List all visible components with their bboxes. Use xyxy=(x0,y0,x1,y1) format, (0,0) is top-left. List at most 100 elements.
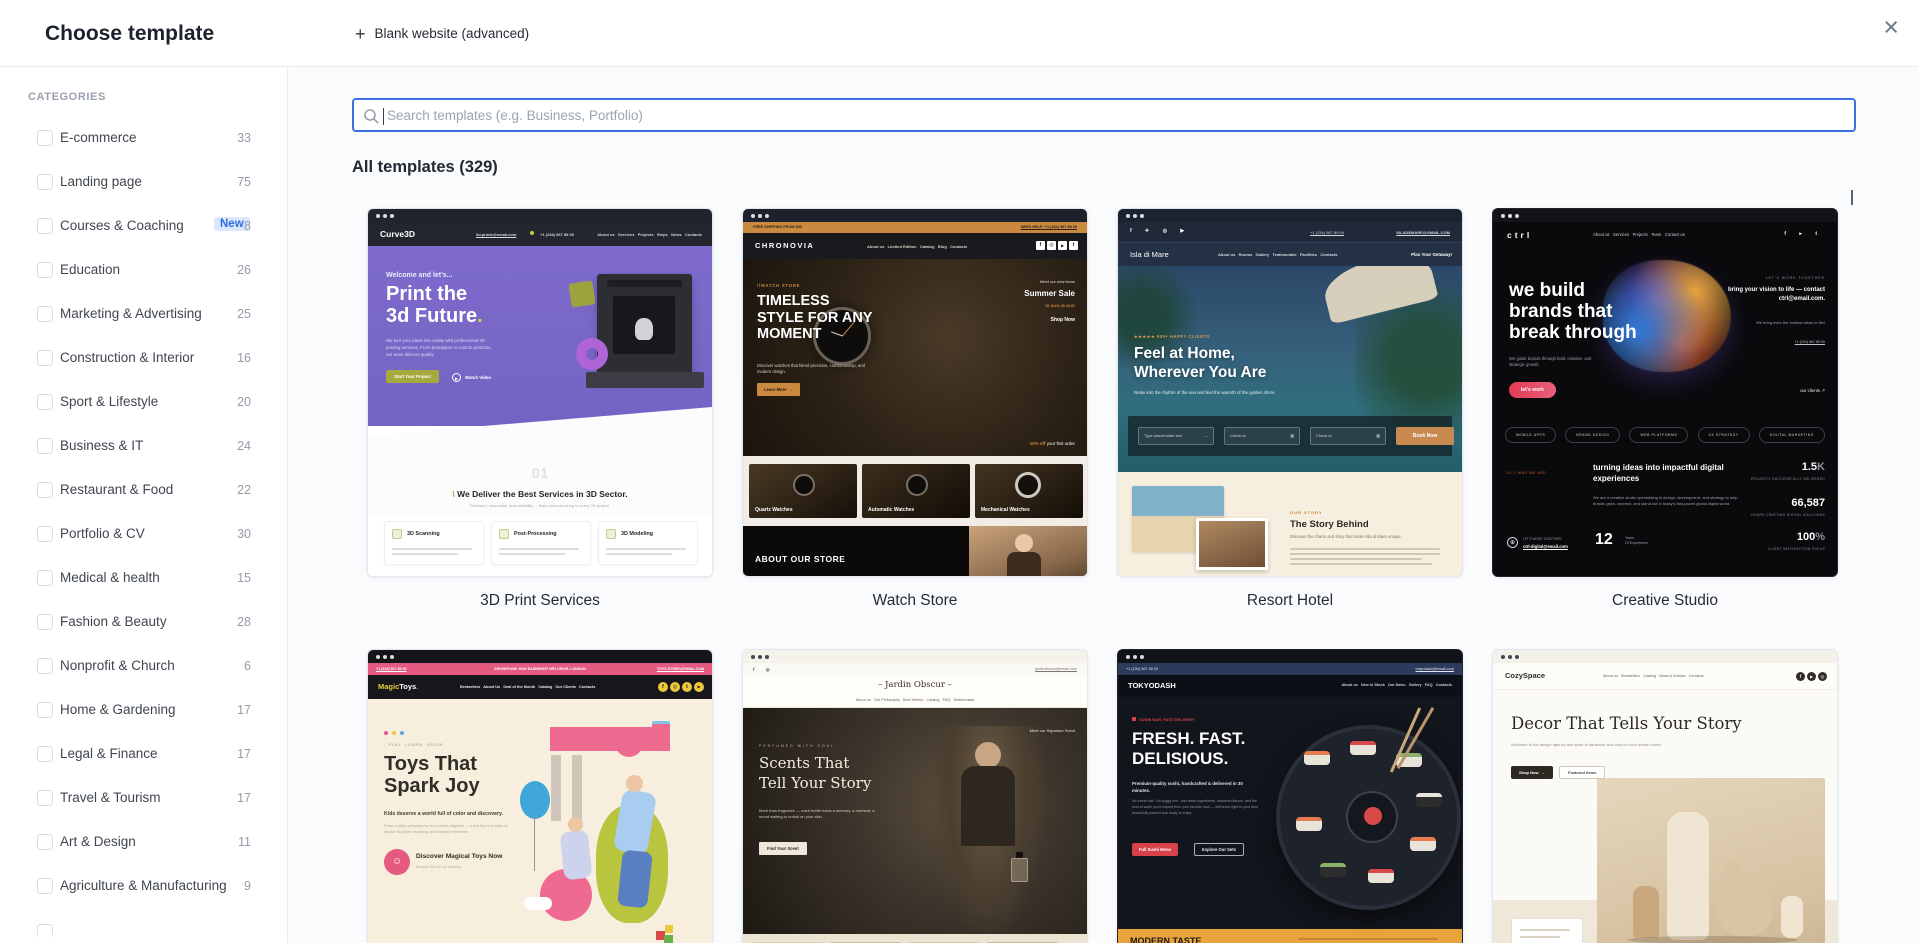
checkbox[interactable] xyxy=(37,790,53,806)
checkbox[interactable] xyxy=(37,130,53,146)
work-subtitle: We bring even the boldest ideas to life! xyxy=(1756,320,1825,325)
checkbox[interactable] xyxy=(37,262,53,278)
category-row-art-design[interactable]: Art & Design 11 xyxy=(0,832,287,852)
browser-dots xyxy=(1118,209,1462,222)
browser-dots xyxy=(1493,650,1837,663)
hero-title-line2: Spark Joy xyxy=(384,775,480,798)
product-label: Automatic Watches xyxy=(868,507,915,513)
thumb-menu: About us New in Stock Our Menu Gallery F… xyxy=(1341,683,1452,687)
showroom-label: SHOWROOM: 5054 EASEMONT NR2 DRIVE, LONDO… xyxy=(494,667,586,671)
story-subtitle: Discover the charm and story that make I… xyxy=(1290,534,1402,539)
template-card-resort-hotel[interactable]: f ✈ ◎ ▶ +1 (234) 567 89 00 ISLADEMARE@GM… xyxy=(1117,208,1463,577)
thumb-logo: ctrl xyxy=(1507,230,1533,240)
facebook-icon: f xyxy=(1796,672,1805,681)
learn-more-button: Learn More → xyxy=(757,383,801,396)
promo-title: Summer Sale xyxy=(1024,289,1075,298)
hero-desc: Relax into the rhythm of the sea and fee… xyxy=(1134,390,1276,395)
thumb-menu: About us Our Philosophy Best Sellers Cat… xyxy=(743,694,1087,708)
hero-kicker: Welcome and let's... xyxy=(386,272,453,279)
pink-circle xyxy=(615,729,643,757)
template-card-toys[interactable]: +1 (234) 567 89 00 SHOWROOM: 5054 EASEMO… xyxy=(367,649,713,943)
section-subtitle: Precision, innovation, and reliability —… xyxy=(470,503,610,508)
category-row-nonprofit[interactable]: Nonprofit & Church 6 xyxy=(0,656,287,676)
checkbox[interactable] xyxy=(37,350,53,366)
thumb-menu: About us Rooms Gallery Testimonials Faci… xyxy=(1218,252,1338,257)
template-card-watch-store[interactable]: FREE SHIPPING FROM $50 NEED HELP: +1 (23… xyxy=(742,208,1088,577)
hero-title-line2: 3d Future xyxy=(386,304,478,327)
category-row-medical[interactable]: Medical & health 15 xyxy=(0,568,287,588)
checkbox[interactable] xyxy=(37,306,53,322)
donut-shape xyxy=(576,338,608,370)
category-label: Legal & Finance xyxy=(60,746,158,761)
category-count: 26 xyxy=(237,263,251,277)
thumb-menu: About us Services Projects Team Contact … xyxy=(1593,232,1685,237)
twitter-icon: t xyxy=(1069,241,1078,250)
template-card-creative-studio[interactable]: ctrl About us Services Projects Team Con… xyxy=(1492,208,1838,577)
category-count: 8 xyxy=(244,219,251,233)
dot-icon xyxy=(384,731,388,735)
thumb-topbar: +1 (234) 567 89 00 tokyodash@email.com xyxy=(1118,663,1462,675)
thumb-story: OUR STORY The Story Behind Discover the … xyxy=(1118,472,1462,576)
category-row-agriculture[interactable]: Agriculture & Manufacturing 9 xyxy=(0,876,287,896)
category-row-landing-page[interactable]: Landing page 75 xyxy=(0,172,287,192)
search-input[interactable]: Search templates (e.g. Business, Portfol… xyxy=(352,98,1856,132)
hero-desc: We turn your ideas into reality with pro… xyxy=(386,338,492,357)
checkbox[interactable] xyxy=(37,218,53,234)
service-card: 3D Modeling xyxy=(598,521,698,565)
checkbox[interactable] xyxy=(37,746,53,762)
thumb-menu: About us Services Projects Steps News Co… xyxy=(597,232,702,237)
template-card-perfume[interactable]: f ◎ jardinobscur@email.com – Jardin Obsc… xyxy=(742,649,1088,943)
template-card-decor[interactable]: CozySpace About us Bestsellers Catalog N… xyxy=(1492,649,1838,943)
close-icon[interactable]: × xyxy=(1883,14,1899,41)
category-row-courses-coaching[interactable]: Courses & Coaching New 8 xyxy=(0,216,287,236)
checkbox[interactable] xyxy=(37,174,53,190)
category-row-travel[interactable]: Travel & Tourism 17 xyxy=(0,788,287,808)
checkbox[interactable] xyxy=(37,482,53,498)
kid-jeans xyxy=(617,849,653,909)
category-row-marketing[interactable]: Marketing & Advertising 25 xyxy=(0,304,287,324)
category-row-fashion[interactable]: Fashion & Beauty 28 xyxy=(0,612,287,632)
plus-icon: + xyxy=(355,23,366,44)
template-card-sushi[interactable]: +1 (234) 567 89 00 tokyodash@email.com T… xyxy=(1117,649,1463,943)
thumb-topbar: f ◎ jardinobscur@email.com xyxy=(743,663,1087,676)
category-label: Construction & Interior xyxy=(60,350,195,365)
thumb-navbar: MagicToys. Bestsellers About Us Deal of … xyxy=(368,675,712,699)
youtube-icon: ▶ xyxy=(694,682,704,692)
category-row-portfolio-cv[interactable]: Portfolio & CV 30 xyxy=(0,524,287,544)
category-row-ecommerce[interactable]: E-commerce 33 xyxy=(0,128,287,148)
category-row-restaurant[interactable]: Restaurant & Food 22 xyxy=(0,480,287,500)
checkbox[interactable] xyxy=(37,658,53,674)
category-row-education[interactable]: Education 26 xyxy=(0,260,287,280)
category-label: Portfolio & CV xyxy=(60,526,145,541)
category-count: 6 xyxy=(244,659,251,673)
pill-label: DIGITAL MARKETING xyxy=(1758,427,1825,443)
balloon-string xyxy=(534,817,535,871)
facebook-icon: f xyxy=(1036,241,1045,250)
checkbox[interactable] xyxy=(37,702,53,718)
checkbox[interactable] xyxy=(37,834,53,850)
blank-website-button[interactable]: + Blank website (advanced) xyxy=(355,0,529,67)
category-row-construction[interactable]: Construction & Interior 16 xyxy=(0,348,287,368)
dot-icon xyxy=(530,231,534,235)
checkbox[interactable] xyxy=(37,394,53,410)
instagram-icon: ◎ xyxy=(670,682,680,692)
checkbox[interactable] xyxy=(37,438,53,454)
category-row-legal-finance[interactable]: Legal & Finance 17 xyxy=(0,744,287,764)
checkbox[interactable] xyxy=(37,570,53,586)
hero-title-line1: Print the xyxy=(386,283,468,305)
template-card-3d-print-services[interactable]: Curve3D 3d.prints@email.com +1 (234) 567… xyxy=(367,208,713,577)
category-label: Marketing & Advertising xyxy=(60,306,202,321)
browser-dots xyxy=(368,209,712,222)
calendar-icon: ▦ xyxy=(1376,433,1380,438)
category-row-home-gardening[interactable]: Home & Gardening 17 xyxy=(0,700,287,720)
checkbox[interactable] xyxy=(37,878,53,894)
service-title: Post-Processing xyxy=(514,531,557,537)
thumb-email: jardinobscur@email.com xyxy=(1035,667,1077,671)
scrollbar-thumb[interactable] xyxy=(1851,190,1853,205)
checkbox[interactable] xyxy=(37,526,53,542)
thumb-hero: ★★★★★ 900+ HAPPY CLIENTS Feel at Home, W… xyxy=(1118,266,1462,472)
checkbox[interactable] xyxy=(37,614,53,630)
hero-title-line2: brands that xyxy=(1509,300,1613,322)
category-row-business-it[interactable]: Business & IT 24 xyxy=(0,436,287,456)
category-row-sport[interactable]: Sport & Lifestyle 20 xyxy=(0,392,287,412)
